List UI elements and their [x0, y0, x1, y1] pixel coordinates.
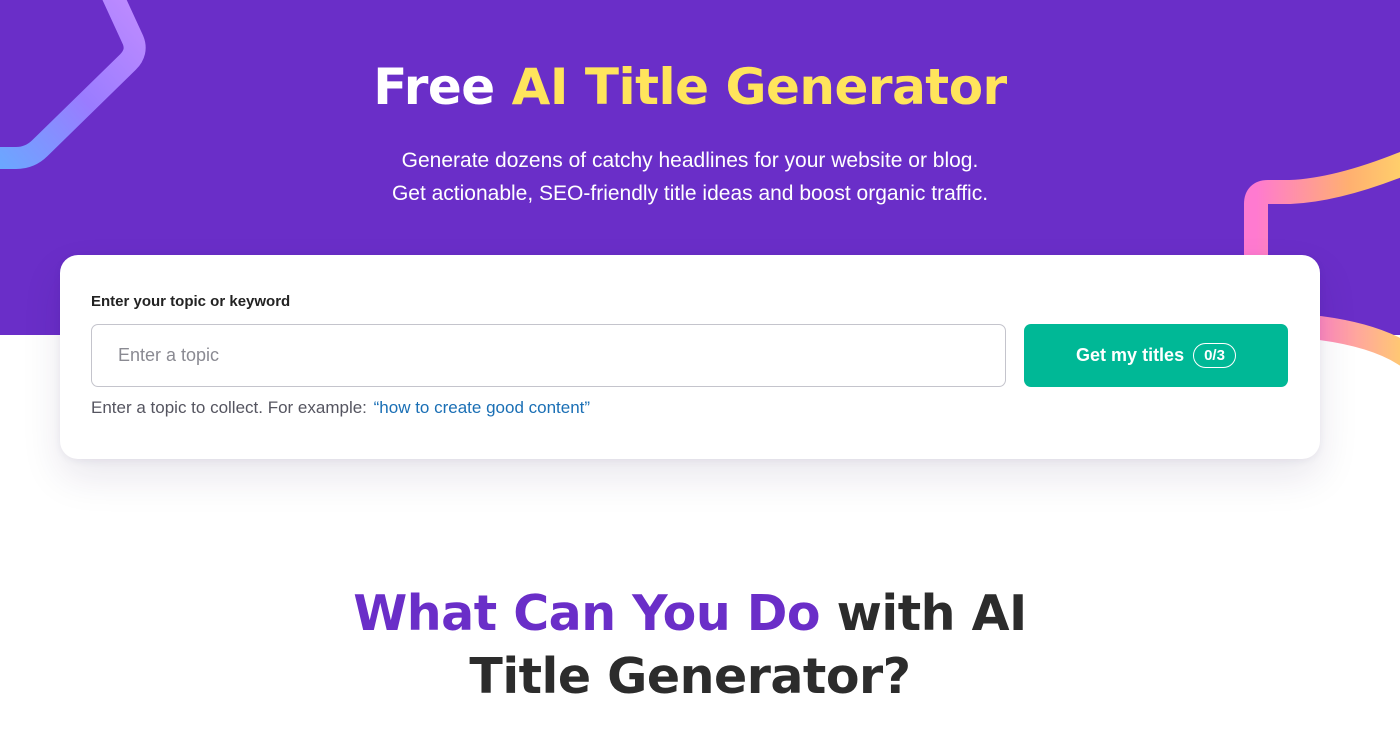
topic-field-label: Enter your topic or keyword	[91, 293, 291, 310]
hero-subtitle: Generate dozens of catchy headlines for …	[0, 144, 1390, 210]
hero-subtitle-line1: Generate dozens of catchy headlines for …	[401, 149, 979, 172]
hero-title-plain: Free	[373, 58, 512, 116]
hero-subtitle-line2: Get actionable, SEO-friendly title ideas…	[391, 182, 989, 205]
example-hint-text: Enter a topic to collect. For example:	[91, 398, 367, 417]
topic-form-card: Enter your topic or keyword Get my title…	[60, 255, 1320, 459]
hero-title: Free AI Title Generator	[0, 52, 1390, 122]
section-title-accent: What Can You Do	[353, 585, 821, 642]
page: Free AI Title Generator Generate dozens …	[0, 0, 1400, 738]
usage-counter-badge: 0/3	[1193, 343, 1236, 368]
section-title-rest: with AI	[820, 585, 1028, 642]
section-title-line2: Title Generator?	[469, 648, 911, 705]
topic-input[interactable]	[91, 324, 1006, 387]
hero-title-accent: AI Title Generator	[511, 58, 1008, 116]
example-hint: Enter a topic to collect. For example: “…	[91, 398, 590, 418]
example-topic-link[interactable]: “how to create good content”	[374, 398, 590, 417]
get-my-titles-button[interactable]: Get my titles 0/3	[1024, 324, 1288, 387]
section-title: What Can You Do with AI Title Generator?	[0, 582, 1390, 708]
get-my-titles-label: Get my titles	[1076, 345, 1185, 365]
